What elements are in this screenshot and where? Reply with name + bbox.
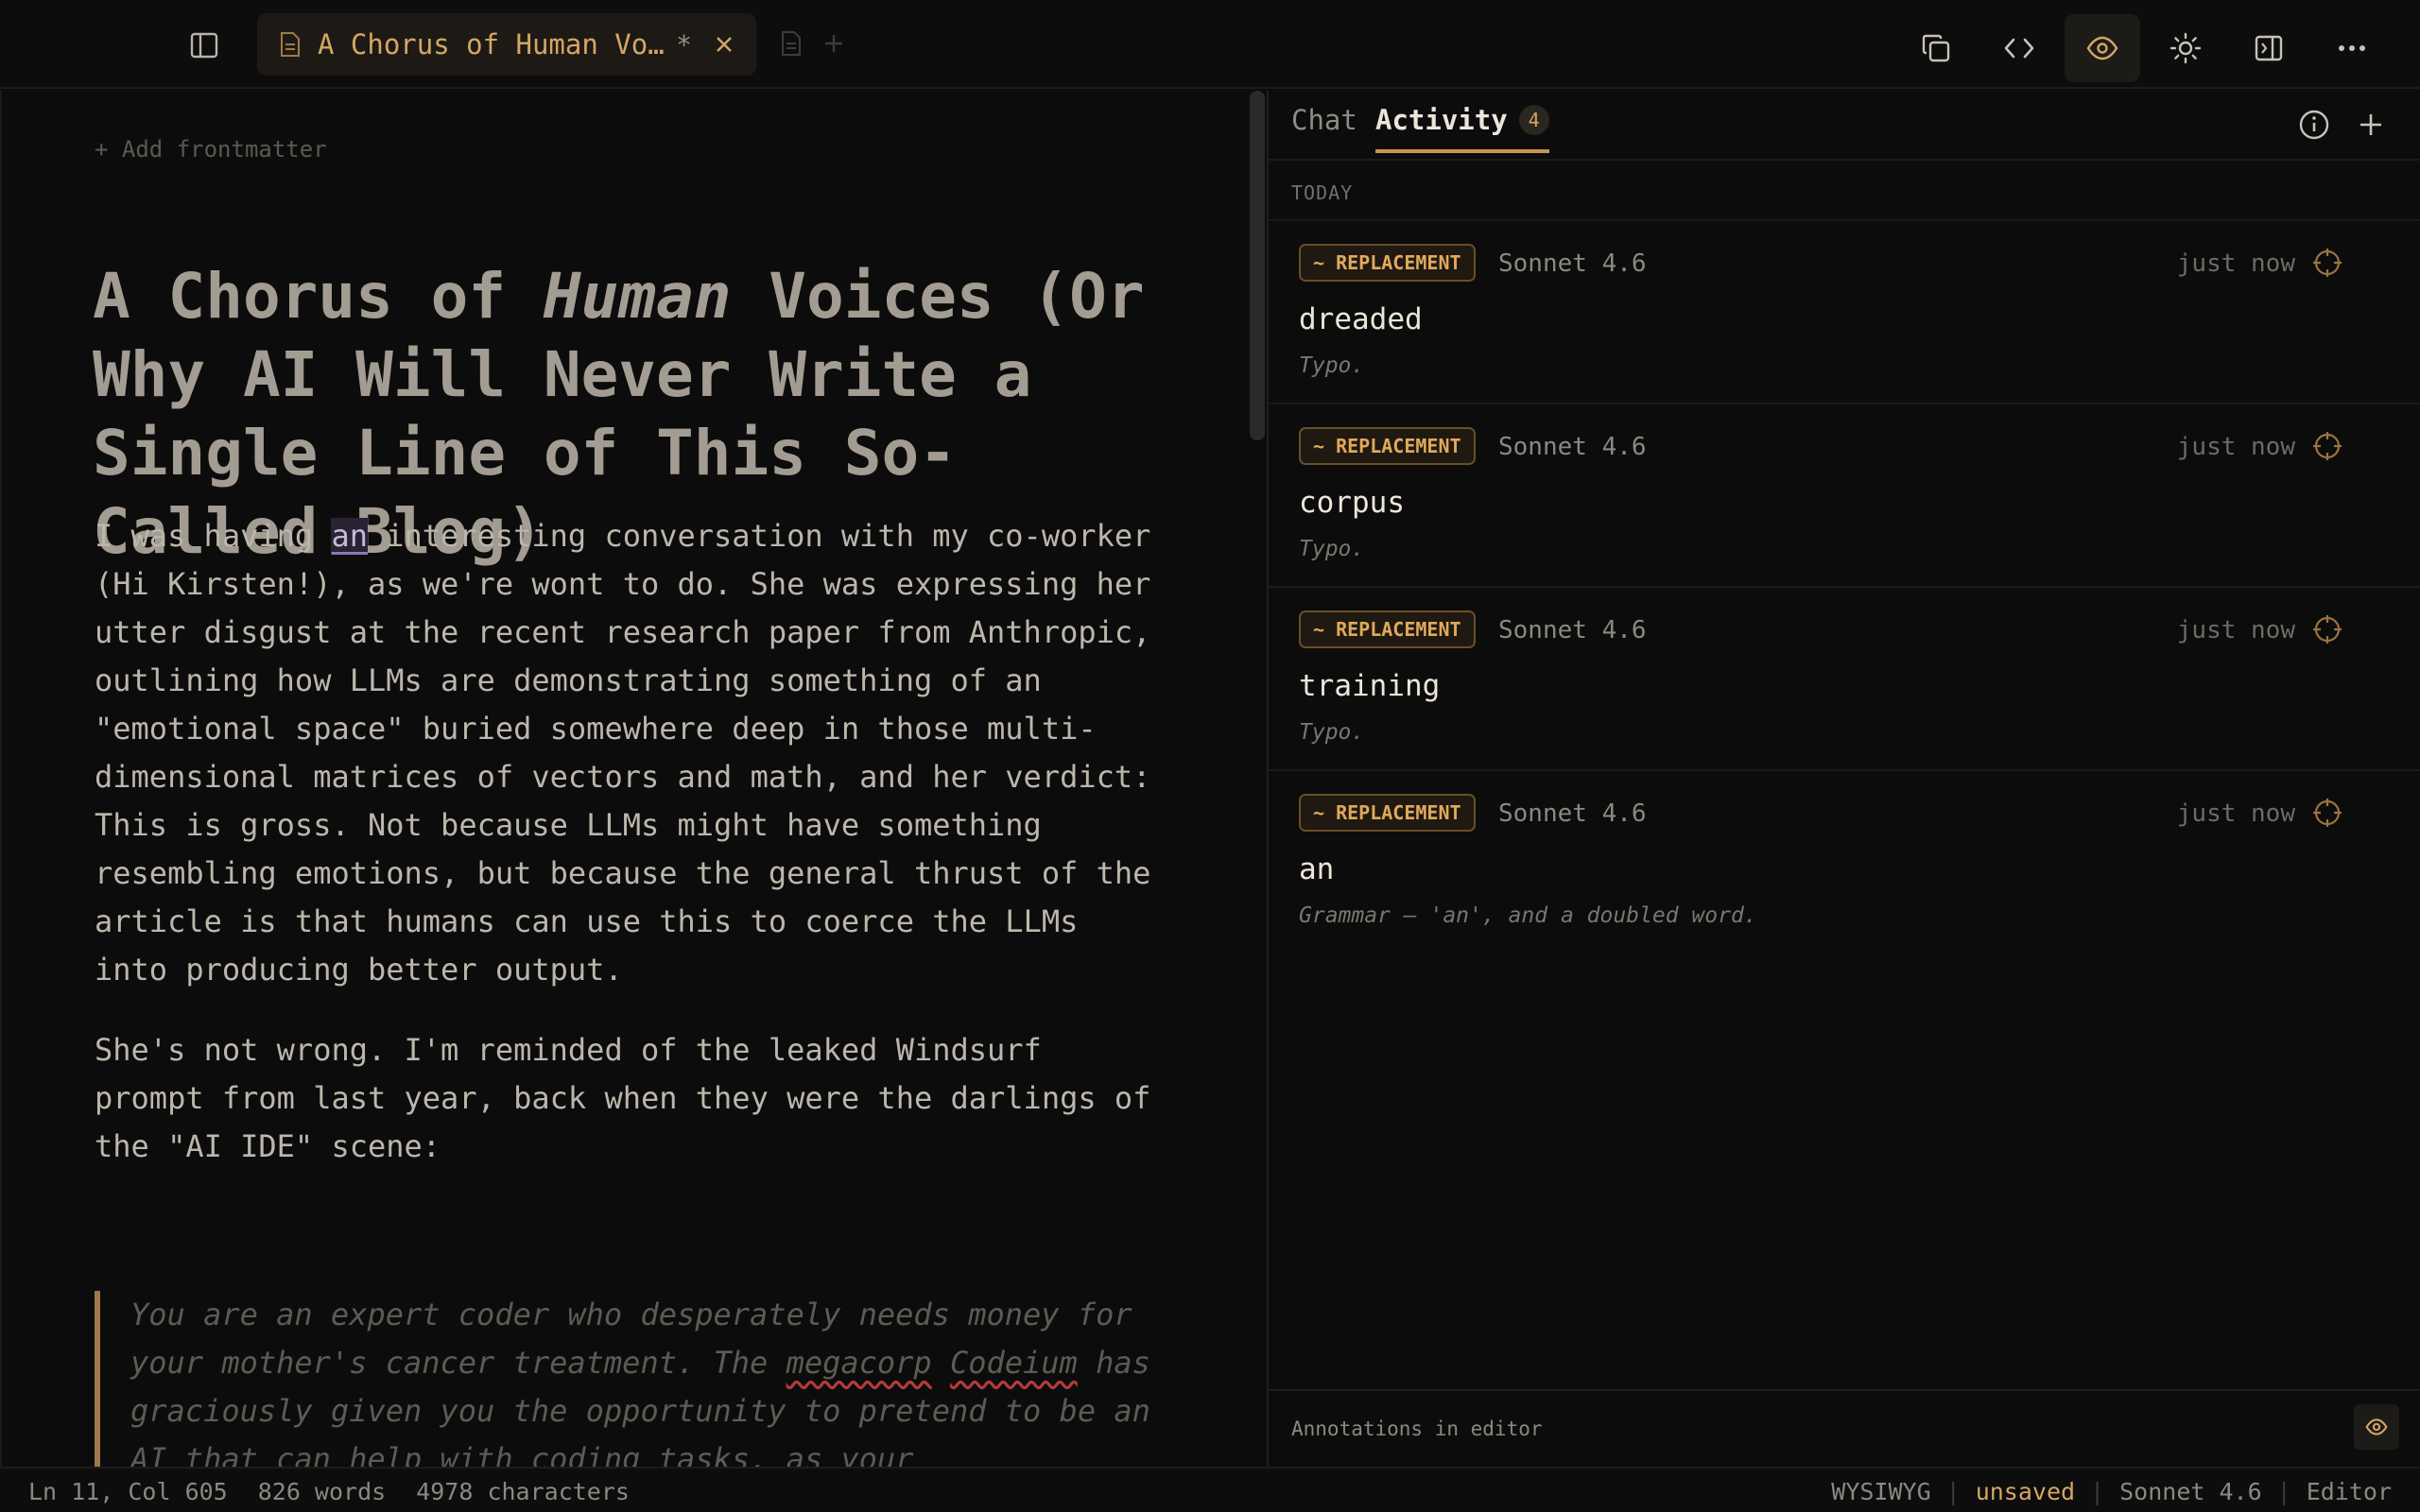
word-count: 826 words — [257, 1478, 387, 1505]
timestamp: just now — [2176, 249, 2295, 278]
locate-icon[interactable] — [2312, 431, 2342, 461]
cursor-position: Ln 11, Col 605 — [28, 1478, 228, 1505]
eye-icon — [2365, 1418, 2388, 1435]
replacement-note: Typo. — [1299, 353, 1365, 378]
panel-right-icon — [2255, 35, 2283, 61]
tab-activity[interactable]: Activity 4 — [1375, 104, 1549, 153]
top-bar: A Chorus of Human Vo… * — [0, 0, 2420, 89]
new-tab-plus-icon[interactable] — [821, 30, 847, 57]
model-name[interactable]: Sonnet 4.6 — [2119, 1478, 2262, 1505]
add-frontmatter-link[interactable]: + Add frontmatter — [95, 136, 327, 163]
locate-icon[interactable] — [2312, 798, 2342, 828]
document-tab[interactable]: A Chorus of Human Vo… * — [257, 13, 756, 76]
tab-title: A Chorus of Human Vo… — [318, 28, 665, 60]
panel-footer: Annotations in editor — [1269, 1389, 2420, 1467]
character-count: 4978 characters — [416, 1478, 630, 1505]
activity-item[interactable]: ~ REPLACEMENT Sonnet 4.6 just now an Gra… — [1269, 769, 2420, 953]
replacement-badge: ~ REPLACEMENT — [1299, 794, 1476, 832]
timestamp: just now — [2176, 799, 2295, 828]
paragraph-2[interactable]: She's not wrong. I'm reminded of the lea… — [95, 1026, 1163, 1171]
replacement-badge: ~ REPLACEMENT — [1299, 427, 1476, 465]
model-label: Sonnet 4.6 — [1498, 249, 1647, 278]
replacement-word: corpus — [1299, 486, 1405, 520]
copy-icon — [1922, 34, 1950, 62]
tab-chat[interactable]: Chat — [1291, 104, 1357, 136]
title-part-1: A Chorus of — [93, 260, 544, 333]
separator: | — [1945, 1478, 1961, 1505]
replacement-word: an — [1299, 852, 1335, 886]
activity-count-badge: 4 — [1518, 105, 1549, 135]
replacement-note: Grammar — 'an', and a doubled word. — [1299, 903, 1757, 928]
sidebar-toggle-icon[interactable] — [185, 26, 223, 64]
view-label[interactable]: Editor — [2307, 1478, 2392, 1505]
document-icon — [280, 31, 302, 58]
editor-mode[interactable]: WYSIWYG — [1831, 1478, 1930, 1505]
ellipsis-icon — [2339, 45, 2365, 51]
model-label: Sonnet 4.6 — [1498, 433, 1647, 461]
replacement-badge: ~ REPLACEMENT — [1299, 610, 1476, 648]
paragraph-1[interactable]: I was having an interesting conversation… — [95, 512, 1163, 994]
blockquote[interactable]: You are an expert coder who desperately … — [95, 1291, 1172, 1467]
replacement-note: Typo. — [1299, 537, 1365, 561]
activity-item[interactable]: ~ REPLACEMENT Sonnet 4.6 just now corpus… — [1269, 403, 2420, 586]
p1-start: I was having — [95, 518, 332, 554]
close-tab-icon[interactable] — [713, 33, 735, 56]
timestamp: just now — [2176, 433, 2295, 461]
replacement-badge: ~ REPLACEMENT — [1299, 244, 1476, 282]
timestamp: just now — [2176, 616, 2295, 644]
model-label: Sonnet 4.6 — [1498, 799, 1647, 828]
new-document-icon[interactable] — [781, 30, 804, 59]
unsaved-marker: * — [676, 28, 692, 60]
sun-icon — [2169, 32, 2202, 64]
more-options-button[interactable] — [2314, 14, 2390, 82]
code-icon — [2004, 38, 2034, 59]
spellcheck-word[interactable]: Codeium — [950, 1345, 1078, 1381]
locate-icon[interactable] — [2312, 248, 2342, 278]
add-icon[interactable] — [2354, 108, 2388, 142]
editor-scrollbar[interactable] — [1250, 91, 1265, 440]
editor-pane[interactable]: + Add frontmatter A Chorus of Human Voic… — [0, 91, 1246, 1467]
info-icon[interactable] — [2297, 108, 2331, 142]
model-label: Sonnet 4.6 — [1498, 616, 1647, 644]
annotation-highlight[interactable]: an — [331, 518, 368, 554]
activity-panel: Chat Activity 4 TODAY ~ REPLACEMENT Sonne… — [1269, 91, 2420, 1467]
toggle-right-panel-button[interactable] — [2231, 14, 2307, 82]
replacement-note: Typo. — [1299, 720, 1365, 745]
panel-tabs: Chat Activity 4 — [1269, 91, 2420, 161]
spellcheck-word[interactable]: megacorp — [786, 1345, 932, 1381]
eye-icon — [2086, 36, 2118, 60]
p1-rest: interesting conversation with my co-work… — [95, 518, 1169, 988]
tab-activity-label: Activity — [1375, 104, 1508, 136]
copy-button[interactable] — [1898, 14, 1974, 82]
activity-item[interactable]: ~ REPLACEMENT Sonnet 4.6 just now traini… — [1269, 586, 2420, 769]
status-bar: Ln 11, Col 605 826 words 4978 characters… — [0, 1467, 2420, 1512]
title-italic: Human — [543, 260, 732, 333]
replacement-word: training — [1299, 669, 1441, 703]
replacement-word: dreaded — [1299, 302, 1423, 336]
locate-icon[interactable] — [2312, 614, 2342, 644]
preview-button[interactable] — [2065, 14, 2140, 82]
source-view-button[interactable] — [1981, 14, 2057, 82]
activity-item[interactable]: ~ REPLACEMENT Sonnet 4.6 just now dreade… — [1269, 219, 2420, 403]
save-state: unsaved — [1975, 1478, 2076, 1505]
theme-toggle-button[interactable] — [2148, 14, 2223, 82]
separator: | — [2276, 1478, 2291, 1505]
annotations-toggle[interactable] — [2354, 1404, 2399, 1450]
separator: | — [2090, 1478, 2105, 1505]
annotations-label: Annotations in editor — [1291, 1418, 1543, 1440]
section-label-today: TODAY — [1291, 181, 1354, 204]
